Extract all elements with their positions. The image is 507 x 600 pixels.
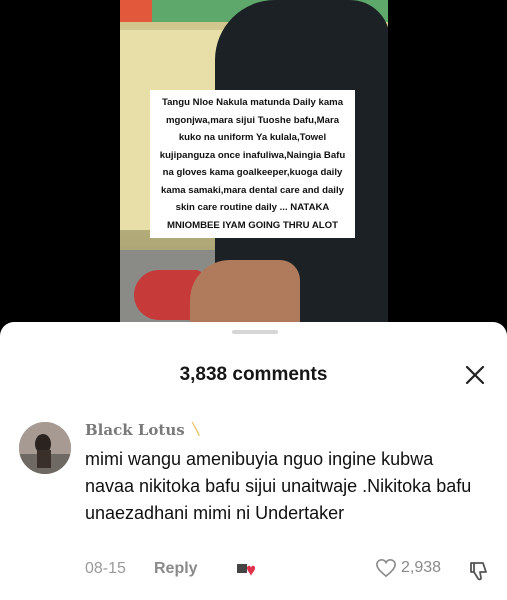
username-badge-icon: 〵 xyxy=(188,421,204,439)
reply-button[interactable]: Reply xyxy=(154,560,198,578)
comments-sheet: 3,838 comments Black Lotus 〵 mimi wangu a… xyxy=(0,322,507,600)
comment-text: mimi wangu amenibuyia nguo ingine kubwa … xyxy=(85,449,472,523)
creator-liked-icon xyxy=(235,562,259,580)
avatar[interactable] xyxy=(19,422,71,474)
comment-username[interactable]: Black Lotus 〵 xyxy=(85,419,204,440)
video-caption: Tangu Nloe Nakula matunda Daily kama mgo… xyxy=(150,90,355,238)
heart-icon xyxy=(376,558,396,578)
video-player[interactable]: Tangu Nloe Nakula matunda Daily kama mgo… xyxy=(0,0,507,340)
drag-handle[interactable] xyxy=(232,330,278,334)
dislike-icon[interactable] xyxy=(468,560,490,582)
close-icon[interactable] xyxy=(462,362,488,388)
comments-count-title: 3,838 comments xyxy=(179,364,328,385)
comment-date: 08-15 xyxy=(85,560,126,577)
video-background-red-wall xyxy=(120,0,152,22)
comment-username-text: Black Lotus xyxy=(85,421,185,439)
like-count: 2,938 xyxy=(401,559,442,576)
like-button[interactable]: 2,938 xyxy=(375,558,441,578)
